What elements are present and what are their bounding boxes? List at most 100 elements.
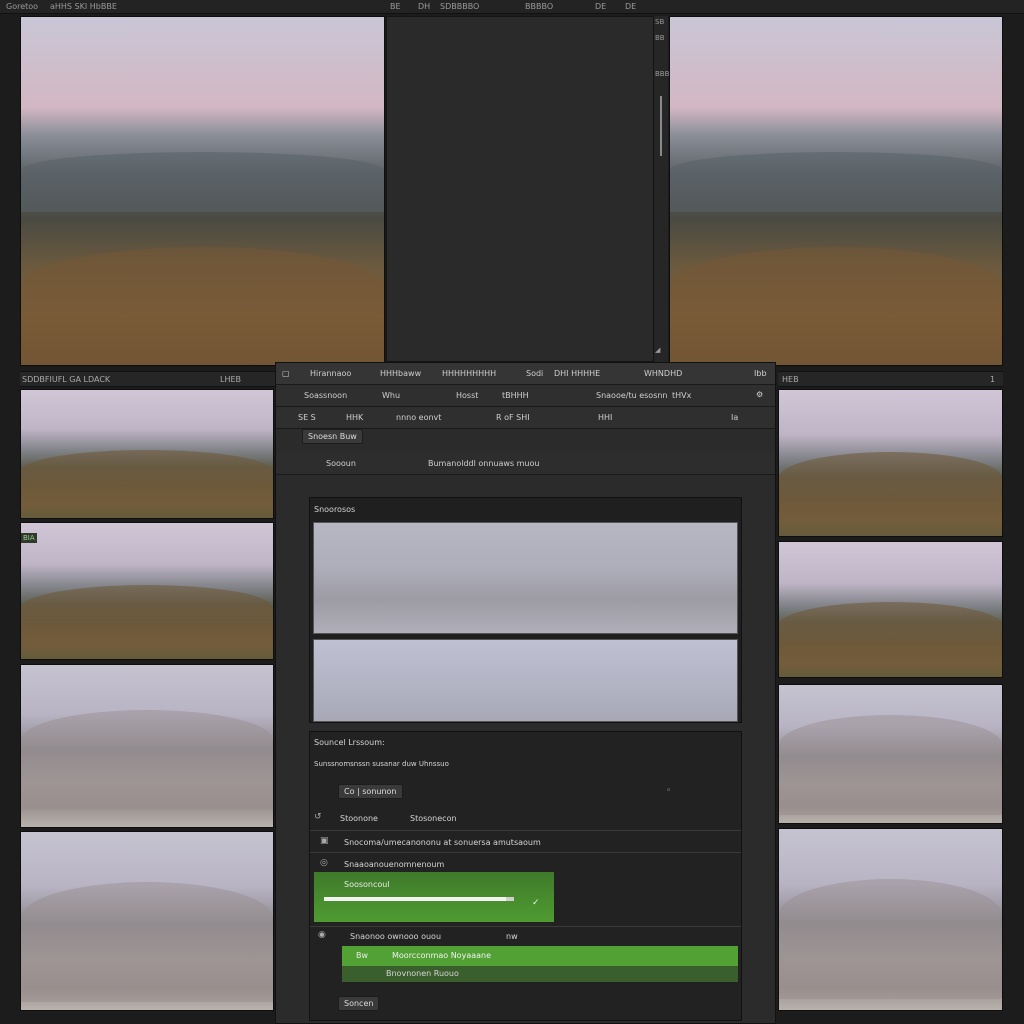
vertical-slider[interactable]: SB BB BBB ◢ <box>654 16 670 362</box>
header-item-1[interactable]: HHHbaww <box>380 369 421 378</box>
app-title: Goretoo <box>6 2 39 11</box>
refresh-icon[interactable]: ↺ <box>314 812 322 822</box>
left-caption-bar: SDDBFIUFL GA LDACK LHEB <box>20 371 275 387</box>
top-item-5[interactable]: DE <box>595 2 606 11</box>
highlight-row[interactable]: Soosoncoul ✓ <box>314 872 554 922</box>
ridge-shape <box>21 152 384 212</box>
settings-button[interactable]: Co | sonunon <box>338 784 403 799</box>
slider-track[interactable] <box>660 96 662 156</box>
active-row[interactable]: Bw Moorcconmao Noyaaane <box>342 946 738 966</box>
preview-title: Snoorosos <box>314 505 356 514</box>
app-subtitle: aHHS SKI HbBBE <box>50 2 117 11</box>
tab-3[interactable]: nnno eonvt <box>396 413 441 422</box>
dialog-header: ▢ Hirannaoo HHHbaww HHHHHHHHH Sodi DHI H… <box>276 363 775 385</box>
footer-button[interactable]: Soncen <box>338 996 380 1011</box>
thumbnail-left-3[interactable] <box>20 664 274 828</box>
left-caption-right: LHEB <box>220 375 242 384</box>
tab-2[interactable]: HHK <box>346 413 363 422</box>
row-c-label: Snaaoanouenomnenoum <box>344 860 445 869</box>
toolbar-item-3[interactable]: tBHHH <box>502 391 529 400</box>
breadcrumb: Soooun Bumanolddl onnuaws muou <box>276 453 775 475</box>
row-d-label: Snaonoo ownooo ouou <box>350 932 442 941</box>
settings-title: Souncel Lrssoum: <box>314 738 385 747</box>
progress-fill <box>324 897 507 901</box>
breadcrumb-mid[interactable]: Bumanolddl onnuaws muou <box>428 459 539 468</box>
header-item-5[interactable]: WHNDHD <box>644 369 682 378</box>
slider-label-3: BBB <box>655 70 670 78</box>
top-bar: Goretoo aHHS SKI HbBBE BE DH SDBBBBO BBB… <box>0 0 1024 14</box>
camera-icon: ◉ <box>318 930 326 940</box>
dialog-tabs: SE S HHK nnno eonvt R oF SHI HHI Ia <box>276 407 775 429</box>
corner-resize-icon[interactable]: ◢ <box>655 346 660 354</box>
toolbar-item-1[interactable]: Whu <box>382 391 400 400</box>
hill-shape <box>21 450 273 518</box>
tab-5[interactable]: HHI <box>598 413 612 422</box>
header-item-3[interactable]: Sodi <box>526 369 543 378</box>
filter-button[interactable]: Snoesn Buw <box>302 429 363 444</box>
hill-shape <box>21 585 273 659</box>
hill-shape <box>21 247 384 365</box>
haze-ridge <box>21 882 273 1002</box>
top-item-6[interactable]: DE <box>625 2 636 11</box>
slider-label-1: SB <box>655 18 665 26</box>
settings-panel: Souncel Lrssoum: Sunssnomsnssn susanar d… <box>309 731 742 1021</box>
top-item-2[interactable]: DH <box>418 2 430 11</box>
top-item-1[interactable]: BE <box>390 2 401 11</box>
ridge-shape <box>670 152 1002 212</box>
active-row-prefix: Bw <box>356 951 369 960</box>
thumbnail-right-3[interactable] <box>778 684 1003 824</box>
row-icon: ◎ <box>320 858 328 868</box>
tab-4[interactable]: R oF SHI <box>496 413 530 422</box>
header-item-4[interactable]: DHI HHHHE <box>554 369 600 378</box>
toolbar-item-2[interactable]: Hosst <box>456 391 478 400</box>
haze-ridge <box>21 710 273 810</box>
preview-image-bottom[interactable] <box>313 639 738 722</box>
header-item-6[interactable]: Ibb <box>754 369 767 378</box>
window-icon: ▢ <box>282 369 290 378</box>
top-item-3[interactable]: SDBBBBO <box>440 2 479 11</box>
active-row-label: Moorcconmao Noyaaane <box>392 951 492 960</box>
main-preview-left[interactable] <box>20 16 385 366</box>
hill-shape <box>779 452 1002 536</box>
divider <box>310 830 741 831</box>
highlight-label: Soosoncoul <box>344 880 390 889</box>
toolbar-item-5[interactable]: tHVx <box>672 391 691 400</box>
thumbnail-badge: BIA <box>21 533 37 543</box>
toolbar-item-4[interactable]: Snaooe/tu esosnn <box>596 391 668 400</box>
header-item-2[interactable]: HHHHHHHHH <box>442 369 496 378</box>
right-caption-right: 1 <box>990 375 996 384</box>
tab-6[interactable]: Ia <box>731 413 738 422</box>
column-head-b: Stosonecon <box>410 814 457 823</box>
main-preview-right[interactable] <box>669 16 1003 366</box>
tab-1[interactable]: SE S <box>298 413 316 422</box>
haze-ridge <box>779 715 1002 815</box>
thumbnail-right-4[interactable] <box>778 828 1003 1011</box>
thumbnail-right-2[interactable] <box>778 541 1003 678</box>
divider <box>310 852 741 853</box>
right-caption-title: HEB <box>782 375 799 384</box>
settings-description: Sunssnomsnssn susanar duw Uhnssuo <box>314 760 449 768</box>
thumbnail-left-4[interactable] <box>20 831 274 1011</box>
dialog-title: Hirannaoo <box>310 369 352 378</box>
sub-row-label: Bnovnonen Ruouo <box>386 969 459 978</box>
top-item-4[interactable]: BBBBO <box>525 2 553 11</box>
hill-shape <box>670 247 1002 365</box>
row-d-right: nw <box>506 932 518 941</box>
preview-container: Snoorosos <box>309 497 742 723</box>
preview-image-top[interactable] <box>313 522 738 634</box>
hill-shape <box>779 602 1002 677</box>
row-checkbox[interactable]: ▣ <box>320 836 329 846</box>
thumbnail-left-2[interactable]: BIA <box>20 522 274 660</box>
export-dialog: ▢ Hirannaoo HHHbaww HHHHHHHHH Sodi DHI H… <box>275 362 776 1024</box>
sub-row[interactable]: Bnovnonen Ruouo <box>342 966 738 982</box>
empty-canvas-panel <box>386 16 654 362</box>
thumbnail-right-1[interactable] <box>778 389 1003 537</box>
right-caption-bar: HEB 1 <box>778 371 1003 387</box>
settings-gear-icon[interactable]: ⚙ <box>756 390 763 399</box>
thumbnail-left-1[interactable] <box>20 389 274 519</box>
column-head-a: Stoonone <box>340 814 378 823</box>
divider <box>310 926 741 927</box>
breadcrumb-left[interactable]: Soooun <box>326 459 356 468</box>
check-icon: ✓ <box>532 898 540 908</box>
left-caption-title: SDDBFIUFL GA LDACK <box>22 375 111 384</box>
